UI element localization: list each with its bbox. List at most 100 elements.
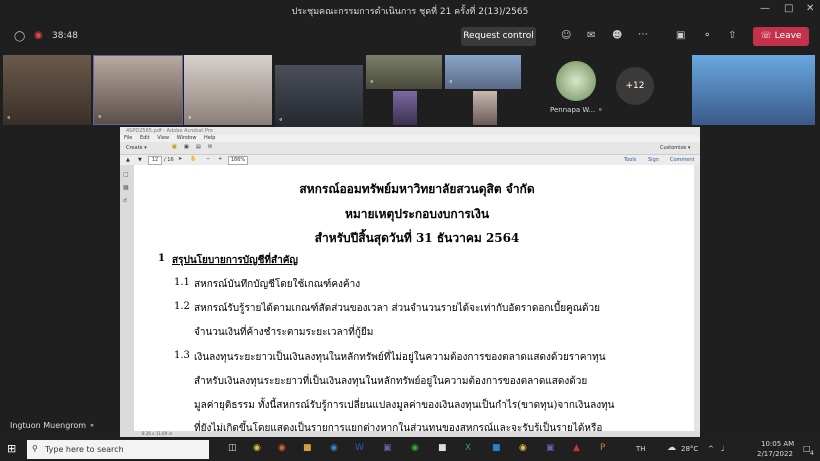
participant-video-tile[interactable] xyxy=(473,91,497,125)
participant-video-tile[interactable]: ⚬ xyxy=(3,55,91,125)
page-number-input[interactable]: 12 xyxy=(148,156,162,165)
save-icon[interactable]: ▣ xyxy=(184,144,189,150)
participant-name: Pennapa W... ⚬ xyxy=(550,106,603,114)
weather-icon[interactable]: ☁ xyxy=(667,443,676,453)
clock-time[interactable]: 10:05 AM xyxy=(761,440,794,448)
app-icon[interactable]: ■ xyxy=(438,443,447,453)
input-language[interactable]: TH xyxy=(636,445,646,453)
windows-taskbar: ⊞ ⚲ Type here to search ◫ ◉ ◉ ■ ◉ W ▣ ◉ … xyxy=(0,438,820,461)
avatar[interactable] xyxy=(556,61,596,101)
notification-count: 4 xyxy=(810,450,814,457)
chat-icon[interactable]: ✉ xyxy=(587,30,595,41)
attachment-icon[interactable]: ☌ xyxy=(123,197,131,204)
print-icon[interactable]: ▤ xyxy=(196,144,201,150)
page-total: / 16 xyxy=(164,157,174,163)
maximize-icon[interactable]: □ xyxy=(784,3,793,14)
item-number: 1.2 xyxy=(174,301,190,312)
more-participants-badge[interactable]: +12 xyxy=(616,67,654,105)
speaker-name-label: Ingtuon Muengrom xyxy=(10,421,87,430)
zoom-level[interactable]: 186% xyxy=(228,156,248,165)
teams-icon[interactable]: ▣ xyxy=(383,443,392,453)
reactions-icon[interactable]: ☻ xyxy=(612,30,622,41)
zoom-out-icon[interactable]: − xyxy=(206,156,210,162)
mic-icon: ⚬ xyxy=(448,78,454,86)
customize-button[interactable]: Customize ▾ xyxy=(660,145,690,151)
menu-window[interactable]: Window xyxy=(177,135,197,141)
app-icon[interactable]: ■ xyxy=(492,443,501,453)
menu-edit[interactable]: Edit xyxy=(140,135,150,141)
pages-icon[interactable]: □ xyxy=(123,171,131,178)
taskbar-search-box[interactable]: ⚲ Type here to search xyxy=(27,440,209,459)
menu-help[interactable]: Help xyxy=(204,135,215,141)
participant-video-tile-active[interactable]: ⚬ xyxy=(93,55,183,125)
leave-button[interactable]: ☏ Leave xyxy=(753,27,809,46)
teams-titlebar: ประชุมคณะกรรมการดำเนินการ ชุดที่ 21 ครั้… xyxy=(0,0,820,22)
mic-icon: ⚬ xyxy=(6,114,12,122)
minimize-icon[interactable]: — xyxy=(760,3,770,14)
edge-icon[interactable]: ◉ xyxy=(330,443,338,453)
line-icon[interactable]: ◉ xyxy=(411,443,419,453)
request-control-button[interactable]: Request control xyxy=(461,27,536,46)
doc-heading-period: สำหรับปีสิ้นสุดวันที่ 31 ธันวาคม 2564 xyxy=(314,231,520,245)
email-icon[interactable]: ✉ xyxy=(208,144,212,150)
select-tool-icon[interactable]: ➤ xyxy=(178,156,182,162)
section-number: 1 xyxy=(158,253,165,264)
item-text: เงินลงทุนระยะยาวเป็นเงินลงทุนในหลักทรัพย… xyxy=(194,352,606,363)
chrome-icon[interactable]: ◉ xyxy=(253,443,261,453)
weather-temperature[interactable]: 28°C xyxy=(681,445,698,453)
tools-pane-button[interactable]: Tools xyxy=(624,157,636,163)
task-view-icon[interactable]: ◫ xyxy=(228,443,237,453)
search-placeholder: Type here to search xyxy=(45,445,124,454)
open-folder-icon[interactable]: ■ xyxy=(172,144,177,150)
create-button[interactable]: Create ▾ xyxy=(126,145,147,151)
teams-icon[interactable]: ▣ xyxy=(546,443,555,453)
app-icon[interactable]: ◉ xyxy=(278,443,286,453)
menu-file[interactable]: File xyxy=(124,135,132,141)
pdf-scrollbar[interactable] xyxy=(694,165,700,431)
item-text: สหกรณ์รับรู้รายได้ตามเกณฑ์สัดส่วนของเวลา… xyxy=(194,303,600,314)
item-text: จำนวนเงินที่ค้างชำระตามระยะเวลาที่กู้ยืม xyxy=(194,327,374,338)
participant-strip: ⚬ ⚬ ⚬ ⚬ ⚬ ⚬ xyxy=(0,55,820,127)
acrobat-titlebar: 4SPD2565.pdf - Adobe Acrobat Pro xyxy=(120,127,700,135)
section-title: สรุปนโยบายการบัญชีที่สำคัญ xyxy=(172,255,298,266)
participant-video-tile[interactable] xyxy=(393,91,417,125)
participant-video-tile[interactable]: ⚬ xyxy=(184,55,272,125)
hand-tool-icon[interactable]: ✋ xyxy=(190,156,196,162)
doc-heading-organization: สหกรณ์ออมทรัพย์มหาวิทยาลัยสวนดุสิต จำกัด xyxy=(299,182,535,196)
active-speaker-name: Ingtuon Muengrom ⚬ xyxy=(10,421,95,430)
doc-heading-notes: หมายเหตุประกอบงบการเงิน xyxy=(344,207,490,221)
shield-icon[interactable]: ◯ xyxy=(14,31,25,42)
create-label: Create xyxy=(126,145,143,151)
comment-pane-button[interactable]: Comment xyxy=(670,157,695,163)
meeting-title: ประชุมคณะกรรมการดำเนินการ ชุดที่ 21 ครั้… xyxy=(291,7,529,17)
file-explorer-icon[interactable]: ■ xyxy=(303,443,312,453)
people-icon[interactable]: ☺ xyxy=(561,30,571,41)
tray-chevron-icon[interactable]: ^ xyxy=(708,445,714,453)
volume-icon[interactable]: ♩ xyxy=(721,445,724,453)
acrobat-icon[interactable]: ▲ xyxy=(573,443,580,453)
word-icon[interactable]: W xyxy=(355,443,364,453)
participant-video-tile[interactable]: ⚬ xyxy=(445,55,521,89)
prev-page-icon[interactable]: ▲ xyxy=(126,157,130,163)
next-page-icon[interactable]: ▼ xyxy=(138,157,142,163)
mic-icon: ⚬ xyxy=(88,421,96,430)
powerpoint-icon[interactable]: P xyxy=(600,443,605,453)
participant-video-tile[interactable] xyxy=(692,55,815,125)
more-options-icon[interactable]: ⋯ xyxy=(638,29,648,40)
windows-start-icon[interactable]: ⊞ xyxy=(7,442,16,455)
participant-video-tile[interactable]: ⚬ xyxy=(366,55,442,89)
bookmarks-icon[interactable]: ▦ xyxy=(123,184,131,191)
page-size-label: 8.26 x 11.69 in xyxy=(142,431,173,436)
camera-icon[interactable]: ▣ xyxy=(676,30,685,41)
mic-icon: ⚬ xyxy=(97,113,103,121)
share-icon[interactable]: ⇧ xyxy=(728,30,736,41)
close-icon[interactable]: ✕ xyxy=(806,3,814,14)
participant-video-tile[interactable]: ⚬ xyxy=(275,65,363,127)
excel-icon[interactable]: X xyxy=(465,443,471,453)
zoom-in-icon[interactable]: + xyxy=(218,156,222,162)
menu-view[interactable]: View xyxy=(157,135,169,141)
mic-muted-icon[interactable]: ⚬ xyxy=(703,30,711,41)
chrome-icon[interactable]: ◉ xyxy=(519,443,527,453)
clock-date[interactable]: 2/17/2022 xyxy=(757,450,793,458)
sign-pane-button[interactable]: Sign xyxy=(648,157,659,163)
